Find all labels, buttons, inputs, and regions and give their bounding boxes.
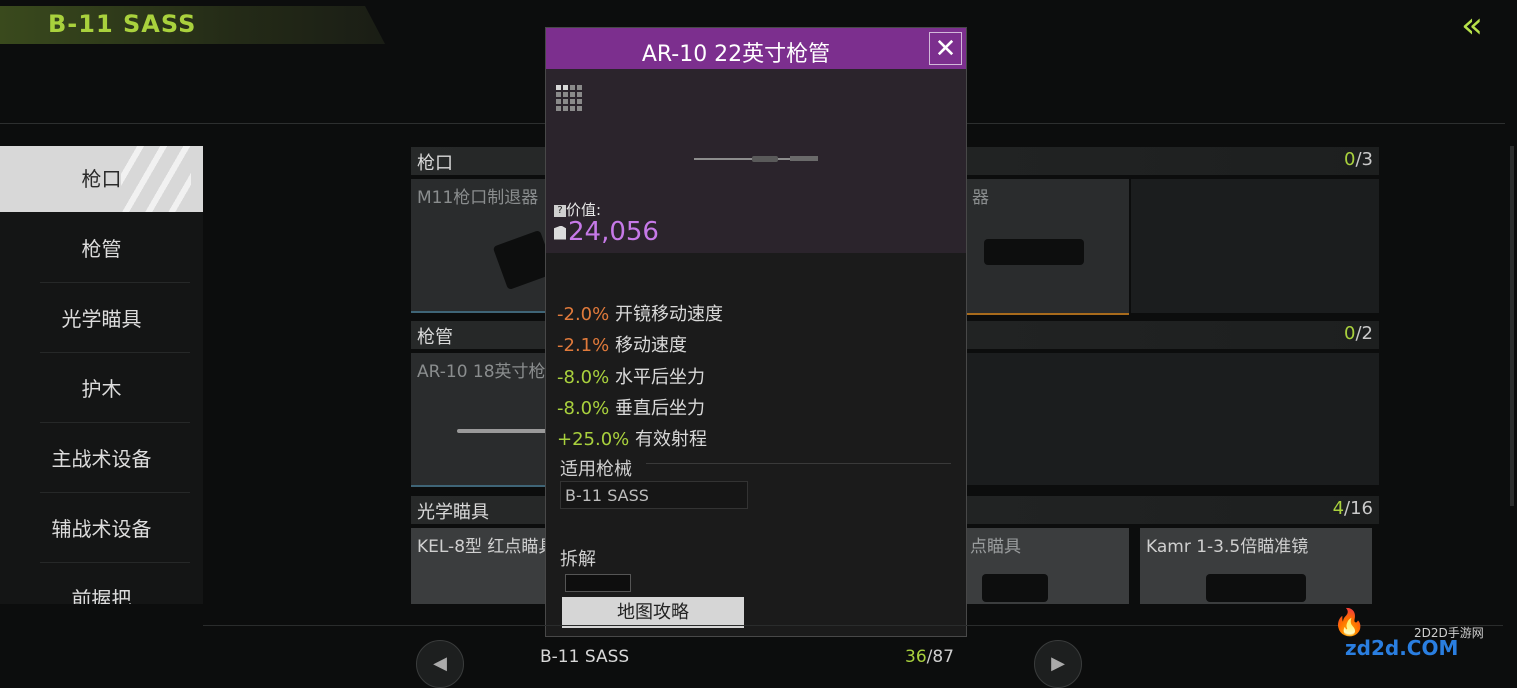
slot-label: 点瞄具 — [970, 537, 1021, 557]
close-icon: ✕ — [934, 34, 957, 64]
section-label: 光学瞄具 — [417, 502, 489, 523]
sidebar-item-main-tactical[interactable]: 主战术设备 — [0, 426, 203, 492]
stat-row: -8.0% 水平后坐力 — [557, 363, 705, 389]
barrel-image — [694, 156, 818, 162]
next-weapon-button[interactable]: ▶ — [1034, 640, 1082, 688]
sidebar-item-muzzle[interactable]: 枪口 — [0, 146, 203, 212]
stat-label: 垂直后坐力 — [614, 398, 705, 419]
disassemble-title: 拆解 — [560, 549, 596, 570]
prev-weapon-button[interactable]: ◀ — [416, 640, 464, 688]
divider — [40, 422, 190, 423]
part-slot[interactable]: Kamr 1-3.5倍瞄准镜 — [1140, 528, 1372, 604]
stat-label: 有效射程 — [635, 429, 707, 450]
part-slot[interactable]: M11枪口制退器 — [411, 179, 551, 313]
section-count: 0/3 — [1344, 149, 1373, 170]
scrollbar[interactable] — [1510, 146, 1514, 506]
barrel-image — [457, 429, 551, 433]
divider — [40, 492, 190, 493]
slot-label: Kamr 1-3.5倍瞄准镜 — [1146, 537, 1309, 557]
stat-label: 开镜移动速度 — [614, 304, 723, 325]
sidebar-item-foregrip[interactable]: 前握把 — [0, 566, 203, 604]
part-slot[interactable]: 点瞄具 — [964, 528, 1129, 604]
disassemble-part-icon — [565, 574, 631, 592]
part-slot[interactable]: KEL-8型 红点瞄具 — [411, 528, 551, 604]
red-dot-image — [982, 574, 1048, 602]
double-chevron-left-icon: « — [1460, 5, 1484, 46]
weapon-title: B-11 SASS — [48, 10, 197, 38]
stat-value: -2.0% — [557, 304, 610, 325]
scope-image — [1206, 574, 1306, 602]
slot-label: M11枪口制退器 — [417, 188, 539, 208]
watermark-flame-icon: 🔥 — [1333, 608, 1366, 638]
stat-value: -8.0% — [557, 367, 610, 388]
part-slot[interactable]: 器 — [964, 179, 1129, 315]
stat-label: 水平后坐力 — [614, 367, 705, 388]
section-label: 枪管 — [417, 327, 453, 348]
slot-label: KEL-8型 红点瞄具 — [417, 537, 551, 557]
bottom-weapon-name: B-11 SASS — [540, 647, 630, 667]
stat-row: +25.0% 有效射程 — [557, 425, 707, 451]
stat-value: +25.0% — [557, 429, 630, 450]
stat-row: -2.1% 移动速度 — [557, 331, 687, 357]
part-slot[interactable]: AR-10 18英寸枪管 — [411, 353, 551, 487]
section-label: 枪口 — [417, 153, 453, 174]
divider — [203, 625, 1503, 626]
stat-row: -2.0% 开镜移动速度 — [557, 300, 723, 326]
arrow-left-icon: ◀ — [433, 653, 447, 674]
help-icon: ? — [554, 204, 566, 217]
stat-label: 移动速度 — [614, 335, 687, 356]
modal-title: AR-10 22英寸枪管 — [641, 42, 831, 67]
empty-slot — [1131, 179, 1379, 313]
close-button[interactable]: ✕ — [929, 32, 962, 65]
sidebar: 枪口 枪管 光学瞄具 护木 主战术设备 辅战术设备 前握把 — [0, 146, 203, 604]
divider — [40, 282, 190, 283]
currency-icon — [554, 225, 566, 240]
slot-label: 器 — [972, 188, 989, 208]
divider — [40, 562, 190, 563]
section-count: 0/2 — [1344, 323, 1373, 344]
empty-slot — [964, 353, 1379, 485]
divider — [40, 352, 190, 353]
grid-size-icon — [556, 85, 582, 111]
sidebar-item-optic[interactable]: 光学瞄具 — [0, 286, 203, 352]
suppressor-image — [984, 239, 1084, 265]
watermark-url: zd2d.COM — [1345, 636, 1459, 660]
collapse-button[interactable]: « — [1448, 6, 1496, 50]
compatible-weapons-title: 适用枪械 — [560, 459, 632, 480]
stat-value: -8.0% — [557, 398, 610, 419]
stat-row: -8.0% 垂直后坐力 — [557, 394, 705, 420]
sidebar-item-barrel[interactable]: 枪管 — [0, 216, 203, 282]
item-preview: ? 价值: 24,056 — [546, 69, 966, 253]
bottom-count: 36/87 — [905, 647, 954, 667]
stat-value: -2.1% — [557, 335, 610, 356]
sidebar-item-handguard[interactable]: 护木 — [0, 356, 203, 422]
item-detail-modal: AR-10 22英寸枪管 ✕ ? 价值: 24,056 -2.0% 开镜移动速度 … — [545, 27, 967, 637]
divider — [646, 463, 951, 464]
sidebar-item-aux-tactical[interactable]: 辅战术设备 — [0, 496, 203, 562]
map-guide-button[interactable]: 地图攻略 — [562, 597, 744, 628]
arrow-right-icon: ▶ — [1051, 653, 1065, 674]
muzzle-brake-image — [492, 229, 551, 291]
section-count: 4/16 — [1332, 498, 1373, 519]
value-amount: 24,056 — [554, 217, 659, 247]
compatible-weapon-chip: B-11 SASS — [560, 481, 748, 509]
slot-label: AR-10 18英寸枪管 — [417, 362, 551, 382]
